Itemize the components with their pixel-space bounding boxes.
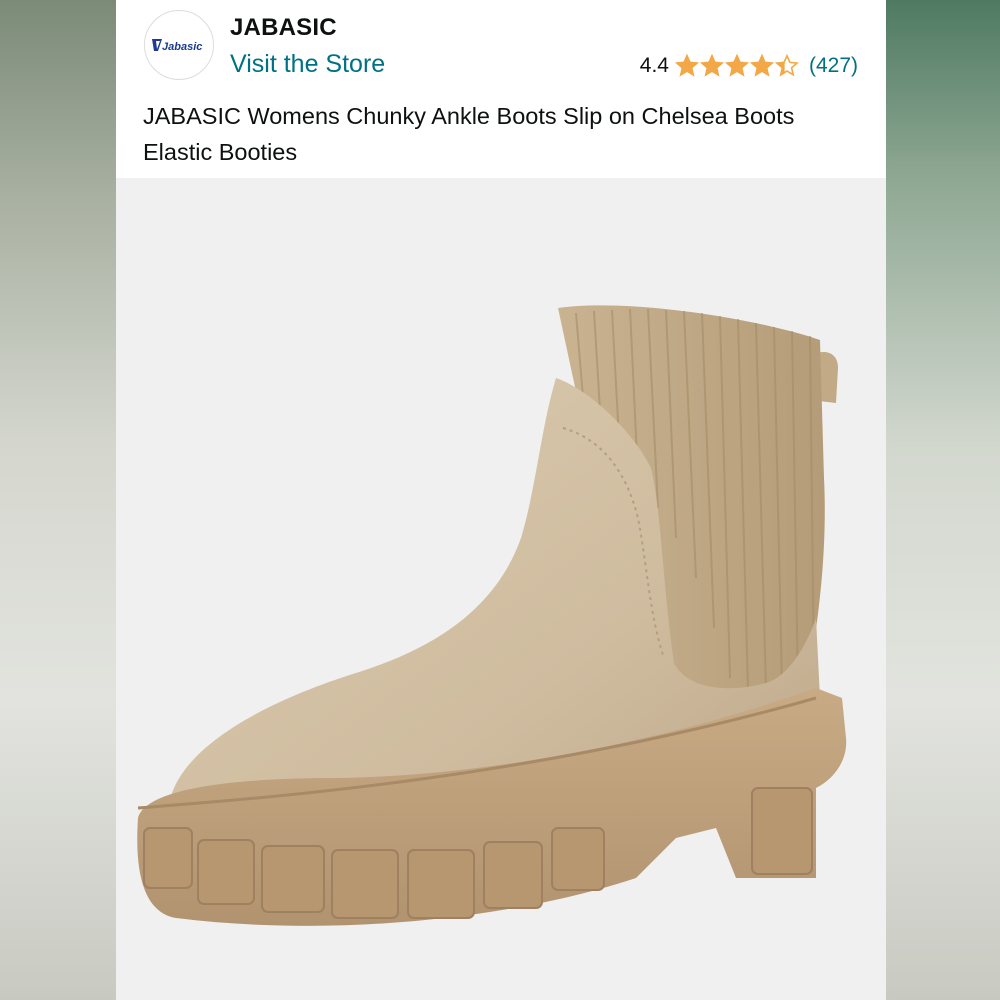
rating-value: 4.4 bbox=[639, 54, 669, 77]
jabasic-logo-icon: Jabasic bbox=[152, 39, 202, 53]
star-icon bbox=[725, 54, 749, 77]
product-image[interactable] bbox=[116, 178, 886, 1000]
rating-count-link[interactable]: (427) bbox=[809, 54, 858, 78]
rating-summary[interactable]: 4.4 (427) bbox=[640, 54, 858, 78]
logo-text: Jabasic bbox=[162, 41, 202, 53]
star-icon bbox=[700, 54, 724, 77]
product-title: JABASIC Womens Chunky Ankle Boots Slip o… bbox=[143, 103, 795, 165]
star-icon bbox=[750, 54, 774, 77]
background-left-blur bbox=[0, 0, 116, 1000]
star-icon bbox=[675, 54, 699, 77]
visit-store-link[interactable]: Visit the Store bbox=[230, 50, 385, 79]
store-logo[interactable]: Jabasic bbox=[144, 10, 214, 80]
star-rating bbox=[675, 54, 799, 78]
product-header: Jabasic JABASIC Visit the Store 4.4 (427… bbox=[116, 0, 886, 178]
brand-name: JABASIC bbox=[230, 14, 337, 41]
background-right-blur bbox=[884, 0, 1000, 1000]
star-icon bbox=[775, 54, 799, 77]
product-card: Jabasic JABASIC Visit the Store 4.4 (427… bbox=[116, 0, 886, 1000]
boot-image bbox=[137, 305, 847, 926]
